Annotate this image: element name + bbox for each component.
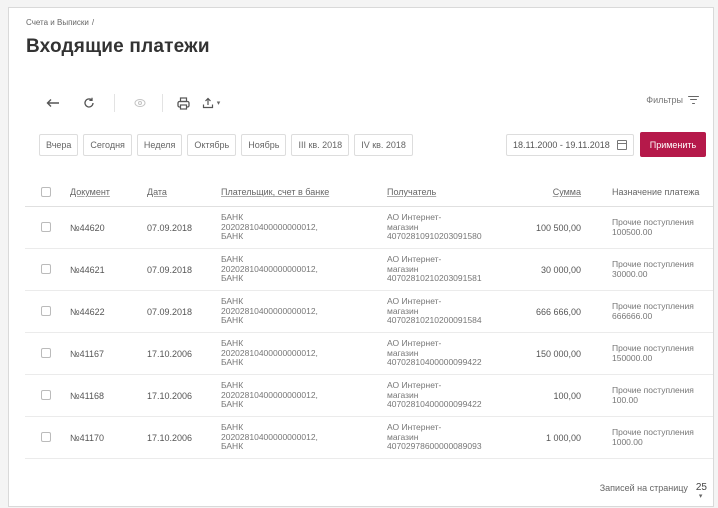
recipient-cell: АО Интернет-магазин 40702810210203091581 — [387, 254, 482, 283]
table-row[interactable]: №44621 07.09.2018 БАНК 202028104000000000… — [25, 249, 713, 291]
recipient-cell: АО Интернет-магазин 40702810400000099422 — [387, 338, 482, 367]
calendar-icon — [617, 140, 627, 150]
doc-date: 17.10.2006 — [147, 391, 193, 401]
column-header-payer[interactable]: Плательщик, счет в банке — [221, 187, 329, 197]
amount-cell: 150 000,00 — [535, 349, 581, 359]
purpose-cell: Прочие поступления 30000.00 — [612, 259, 694, 279]
row-checkbox[interactable] — [41, 432, 51, 442]
table-row[interactable]: №44620 07.09.2018 БАНК 202028104000000000… — [25, 207, 713, 249]
row-checkbox[interactable] — [41, 222, 51, 232]
export-icon[interactable]: ▾ — [194, 90, 228, 116]
purpose-cell: Прочие поступления 1000.00 — [612, 427, 694, 447]
filters-button[interactable]: Фильтры — [646, 95, 699, 105]
row-checkbox[interactable] — [41, 264, 51, 274]
purpose-cell: Прочие поступления 150000.00 — [612, 343, 694, 363]
doc-date: 07.09.2018 — [147, 307, 193, 317]
payer-cell: БАНК 20202810400000000012, БАНК — [221, 212, 318, 241]
chevron-down-icon: ▾ — [216, 100, 221, 107]
doc-number: №41167 — [70, 349, 105, 359]
amount-cell: 100,00 — [553, 391, 581, 401]
amount-cell: 100 500,00 — [535, 223, 581, 233]
column-header-purpose: Назначение платежа — [612, 187, 700, 197]
period-november[interactable]: Ноябрь — [241, 134, 287, 156]
breadcrumb: Счета и Выписки / — [26, 18, 94, 27]
column-header-amount[interactable]: Сумма — [515, 187, 581, 197]
row-checkbox[interactable] — [41, 306, 51, 316]
filter-icon — [688, 95, 699, 105]
back-arrow-icon[interactable] — [39, 90, 67, 116]
doc-date: 17.10.2006 — [147, 433, 193, 443]
date-range-input[interactable]: 18.11.2000 - 19.11.2018 — [506, 134, 634, 156]
date-range-value: 18.11.2000 - 19.11.2018 — [513, 140, 610, 150]
payer-cell: БАНК 20202810400000000012, БАНК — [221, 296, 318, 325]
table-row[interactable]: №41167 17.10.2006 БАНК 202028104000000000… — [25, 333, 713, 375]
payer-cell: БАНК 20202810400000000012, БАНК — [221, 254, 318, 283]
doc-number: №41168 — [70, 391, 105, 401]
column-header-date[interactable]: Дата — [147, 187, 167, 197]
period-yesterday[interactable]: Вчера — [39, 134, 79, 156]
breadcrumb-separator: / — [91, 18, 95, 27]
select-all-checkbox[interactable] — [41, 187, 51, 197]
doc-number: №44620 — [70, 223, 105, 233]
table-row[interactable]: №41170 17.10.2006 БАНК 202028104000000000… — [25, 417, 713, 459]
purpose-cell: Прочие поступления 100.00 — [612, 385, 694, 405]
apply-button[interactable]: Применить — [640, 132, 706, 157]
doc-date: 07.09.2018 — [147, 265, 193, 275]
amount-cell: 666 666,00 — [535, 307, 581, 317]
doc-date: 17.10.2006 — [147, 349, 193, 359]
toolbar-divider — [162, 94, 163, 112]
period-october[interactable]: Октябрь — [187, 134, 237, 156]
purpose-cell: Прочие поступления 100500.00 — [612, 217, 694, 237]
period-q3-2018[interactable]: III кв. 2018 — [291, 134, 350, 156]
app-window: Счета и Выписки / Входящие платежи ▾ Филь… — [8, 7, 714, 507]
per-page-select[interactable]: 25 — [696, 482, 707, 500]
per-page-label: Записей на страницу — [599, 482, 688, 493]
pagination-footer: Записей на страницу 25 — [599, 482, 707, 500]
payments-table: Документ Дата Плательщик, счет в банке П… — [25, 177, 713, 459]
doc-number: №41170 — [70, 433, 105, 443]
period-q4-2018[interactable]: IV кв. 2018 — [354, 134, 413, 156]
recipient-cell: АО Интернет-магазин 40702978600000089093 — [387, 422, 482, 451]
recipient-cell: АО Интернет-магазин 40702810210200091584 — [387, 296, 482, 325]
row-checkbox[interactable] — [41, 348, 51, 358]
period-week[interactable]: Неделя — [136, 134, 183, 156]
page-title: Входящие платежи — [26, 36, 210, 57]
amount-cell: 1 000,00 — [545, 433, 581, 443]
filters-label: Фильтры — [646, 95, 683, 105]
column-header-recipient[interactable]: Получатель — [387, 187, 436, 197]
column-header-document[interactable]: Документ — [70, 187, 110, 197]
recipient-cell: АО Интернет-магазин 40702810910203091580 — [387, 212, 482, 241]
payer-cell: БАНК 20202810400000000012, БАНК — [221, 338, 318, 367]
breadcrumb-link-accounts[interactable]: Счета и Выписки — [26, 18, 89, 27]
period-buttons: Вчера Сегодня Неделя Октябрь Ноябрь III … — [39, 134, 413, 156]
print-icon[interactable] — [169, 90, 197, 116]
purpose-cell: Прочие поступления 666666.00 — [612, 301, 694, 321]
period-today[interactable]: Сегодня — [83, 134, 132, 156]
doc-date: 07.09.2018 — [147, 223, 193, 233]
eye-icon[interactable] — [126, 90, 154, 116]
refresh-icon[interactable] — [75, 90, 103, 116]
recipient-cell: АО Интернет-магазин 40702810400000099422 — [387, 380, 482, 409]
payer-cell: БАНК 20202810400000000012, БАНК — [221, 422, 318, 451]
row-checkbox[interactable] — [41, 390, 51, 400]
toolbar: ▾ Фильтры — [9, 86, 713, 122]
amount-cell: 30 000,00 — [540, 265, 581, 275]
doc-number: №44622 — [70, 307, 105, 317]
doc-number: №44621 — [70, 265, 105, 275]
table-row[interactable]: №44622 07.09.2018 БАНК 202028104000000000… — [25, 291, 713, 333]
table-header: Документ Дата Плательщик, счет в банке П… — [25, 177, 713, 207]
toolbar-divider — [114, 94, 115, 112]
table-row[interactable]: №41168 17.10.2006 БАНК 202028104000000000… — [25, 375, 713, 417]
payer-cell: БАНК 20202810400000000012, БАНК — [221, 380, 318, 409]
